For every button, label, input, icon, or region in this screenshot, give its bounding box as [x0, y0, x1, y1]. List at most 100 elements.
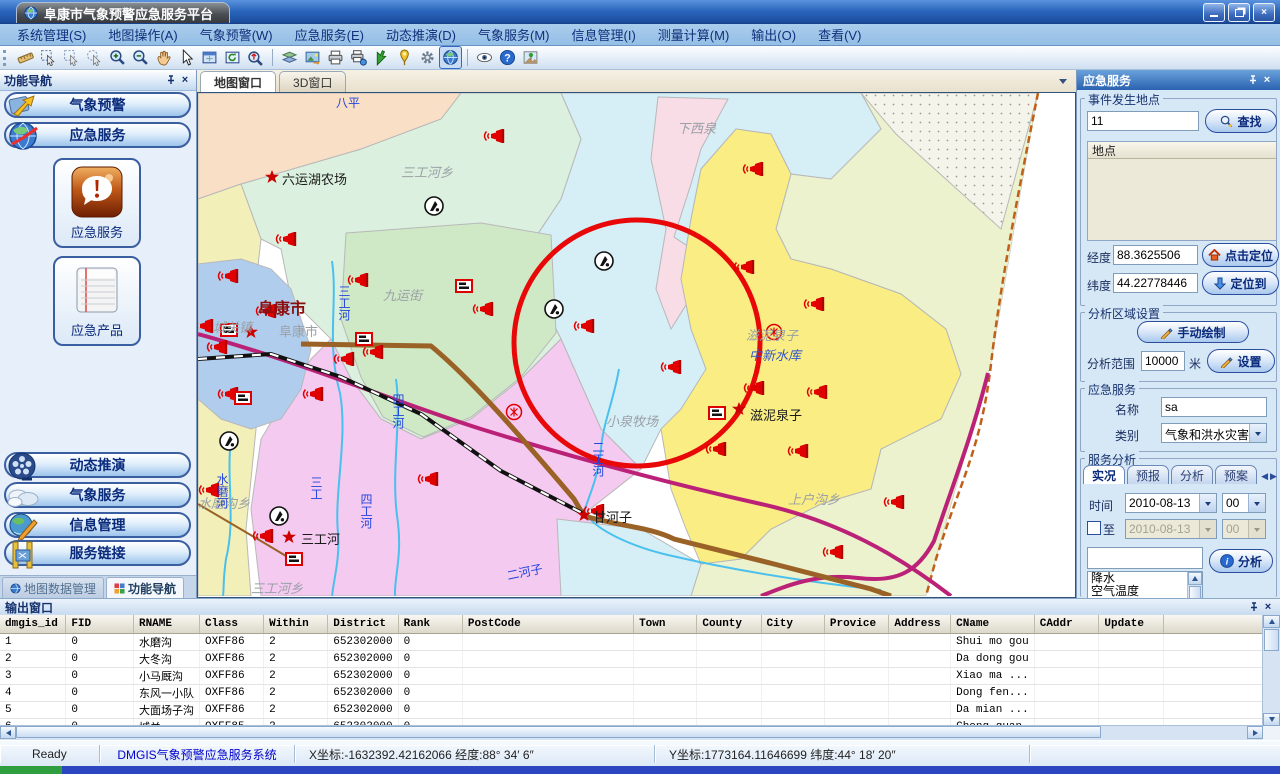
to-date-select[interactable]: 2010-08-13 — [1125, 519, 1217, 539]
table-column-header[interactable]: County — [697, 615, 761, 634]
select-point-icon[interactable] — [84, 47, 105, 68]
print-icon[interactable] — [325, 47, 346, 68]
tab-plan[interactable]: 预案 — [1215, 465, 1257, 484]
tab-function-nav[interactable]: 功能导航 — [106, 577, 184, 598]
service-name-input[interactable] — [1161, 397, 1267, 417]
tab-analysis[interactable]: 分析 — [1171, 465, 1213, 484]
sidebar-item-service-links[interactable]: 服务链接 — [4, 540, 191, 566]
table-row[interactable]: 30小马厩沟OXFF8626523020000Xiao ma ... — [0, 668, 1263, 685]
close-icon[interactable]: × — [178, 73, 192, 87]
tab-live[interactable]: 实况 — [1083, 465, 1125, 484]
menu-item[interactable]: 输出(O) — [740, 22, 807, 47]
hour-select[interactable]: 00 — [1222, 493, 1266, 513]
menu-item[interactable]: 测量计算(M) — [647, 22, 741, 47]
pick-arrow-icon[interactable] — [371, 47, 392, 68]
locate-click-button[interactable]: 点击定位 — [1202, 243, 1279, 267]
analyze-button[interactable]: i 分析 — [1209, 549, 1273, 573]
placemark-icon[interactable] — [394, 47, 415, 68]
table-column-header[interactable]: PostCode — [462, 615, 633, 634]
settings-gear-icon[interactable] — [417, 47, 438, 68]
pan-hand-icon[interactable] — [153, 47, 174, 68]
scroll-up-icon[interactable] — [1188, 572, 1202, 585]
table-column-header[interactable]: Address — [889, 615, 951, 634]
shortcut-emergency-service[interactable]: 应急服务 — [53, 158, 141, 248]
map-canvas[interactable]: 六运湖农场 三工河乡 下西泉 九运街 阜康市 城关镇 阜康市 滋泥泉子 中新水库… — [197, 92, 1076, 598]
tab-map-data-management[interactable]: 地图数据管理 — [2, 577, 104, 598]
table-column-header[interactable]: CAddr — [1034, 615, 1099, 634]
table-column-header[interactable]: FID — [66, 615, 134, 634]
tab-3d-window[interactable]: 3D窗口 — [279, 71, 346, 92]
eye-icon[interactable] — [474, 47, 495, 68]
sidebar-item-dynamic-deduction[interactable]: 动态推演 — [4, 452, 191, 478]
select-rect-icon[interactable] — [38, 47, 59, 68]
list-item[interactable]: 空气温度 — [1088, 585, 1188, 598]
locate-to-button[interactable]: 定位到 — [1202, 271, 1279, 295]
range-set-button[interactable]: 设置 — [1207, 349, 1275, 373]
table-column-header[interactable]: CName — [951, 615, 1035, 634]
date-select[interactable]: 2010-08-13 — [1125, 493, 1217, 513]
location-result-list[interactable]: 地点 — [1087, 141, 1277, 241]
longitude-input[interactable] — [1113, 245, 1198, 265]
sidebar-item-weather-service[interactable]: 气象服务 — [4, 482, 191, 508]
table-column-header[interactable]: City — [761, 615, 824, 634]
search-button[interactable]: 查找 — [1205, 109, 1277, 133]
toolbar-grip[interactable] — [3, 50, 10, 66]
dropdown-arrow-icon[interactable] — [1248, 494, 1265, 512]
table-column-header[interactable]: RNAME — [133, 615, 199, 634]
table-row[interactable]: 20大冬沟OXFF8626523020000Da dong gou — [0, 651, 1263, 668]
output-horizontal-scrollbar[interactable] — [0, 725, 1263, 740]
to-checkbox[interactable] — [1087, 521, 1101, 535]
location-search-input[interactable] — [1087, 111, 1199, 131]
menu-item[interactable]: 应急服务(E) — [284, 22, 375, 47]
sidebar-item-weather-warning[interactable]: 气象预警 — [4, 92, 191, 118]
globe-tool-icon[interactable] — [440, 47, 461, 68]
table-column-header[interactable]: District — [328, 615, 398, 634]
pin-icon[interactable] — [1247, 600, 1261, 614]
dropdown-arrow-icon[interactable] — [1199, 494, 1216, 512]
measure-icon[interactable] — [15, 47, 36, 68]
table-column-header[interactable]: Provice — [824, 615, 889, 634]
menu-item[interactable]: 信息管理(I) — [561, 22, 647, 47]
table-row[interactable]: 40东风一小队OXFF8626523020000Dong fen... — [0, 685, 1263, 702]
full-extent-icon[interactable] — [199, 47, 220, 68]
manual-draw-button[interactable]: 手动绘制 — [1137, 321, 1249, 343]
menu-item[interactable]: 地图操作(A) — [97, 22, 188, 47]
scroll-right-icon[interactable] — [1247, 726, 1263, 739]
analysis-range-input[interactable] — [1141, 351, 1185, 371]
shortcut-emergency-product[interactable]: 应急产品 — [53, 256, 141, 346]
select-shape-icon[interactable] — [61, 47, 82, 68]
table-column-header[interactable]: dmgis_id — [0, 615, 66, 634]
table-row[interactable]: 10水磨沟OXFF8626523020000Shui mo gou — [0, 634, 1263, 651]
scroll-up-icon[interactable] — [1263, 615, 1280, 628]
pin-icon[interactable] — [164, 73, 178, 87]
table-column-header[interactable] — [1164, 615, 1263, 634]
weather-element-list[interactable]: 降水空气温度 — [1087, 571, 1203, 598]
restore-button[interactable] — [1228, 3, 1250, 22]
table-column-header[interactable]: Town — [634, 615, 697, 634]
print-setup-icon[interactable] — [348, 47, 369, 68]
output-vertical-scrollbar[interactable] — [1262, 615, 1280, 726]
menu-item[interactable]: 动态推演(D) — [375, 22, 467, 47]
latitude-input[interactable] — [1113, 273, 1198, 293]
zoom-in-icon[interactable] — [107, 47, 128, 68]
service-type-select[interactable]: 气象和洪水灾害 — [1161, 423, 1267, 443]
tab-forecast[interactable]: 预报 — [1127, 465, 1169, 484]
pin-icon[interactable] — [1246, 73, 1260, 87]
zoom-scale-icon[interactable] — [245, 47, 266, 68]
scroll-left-icon[interactable] — [0, 726, 16, 739]
zoom-out-icon[interactable] — [130, 47, 151, 68]
menu-item[interactable]: 气象预警(W) — [189, 22, 284, 47]
export-image-icon[interactable] — [302, 47, 323, 68]
tab-map-window[interactable]: 地图窗口 — [200, 71, 276, 92]
table-column-header[interactable]: Update — [1099, 615, 1164, 634]
menu-item[interactable]: 气象服务(M) — [467, 22, 561, 47]
close-icon[interactable]: × — [1260, 73, 1274, 87]
close-icon[interactable]: × — [1261, 600, 1275, 614]
layers-icon[interactable] — [279, 47, 300, 68]
refresh-view-icon[interactable] — [222, 47, 243, 68]
close-button[interactable]: × — [1253, 3, 1275, 22]
menu-item[interactable]: 查看(V) — [807, 22, 872, 47]
table-column-header[interactable]: Class — [199, 615, 263, 634]
pointer-icon[interactable] — [176, 47, 197, 68]
scroll-down-icon[interactable] — [1263, 713, 1280, 726]
